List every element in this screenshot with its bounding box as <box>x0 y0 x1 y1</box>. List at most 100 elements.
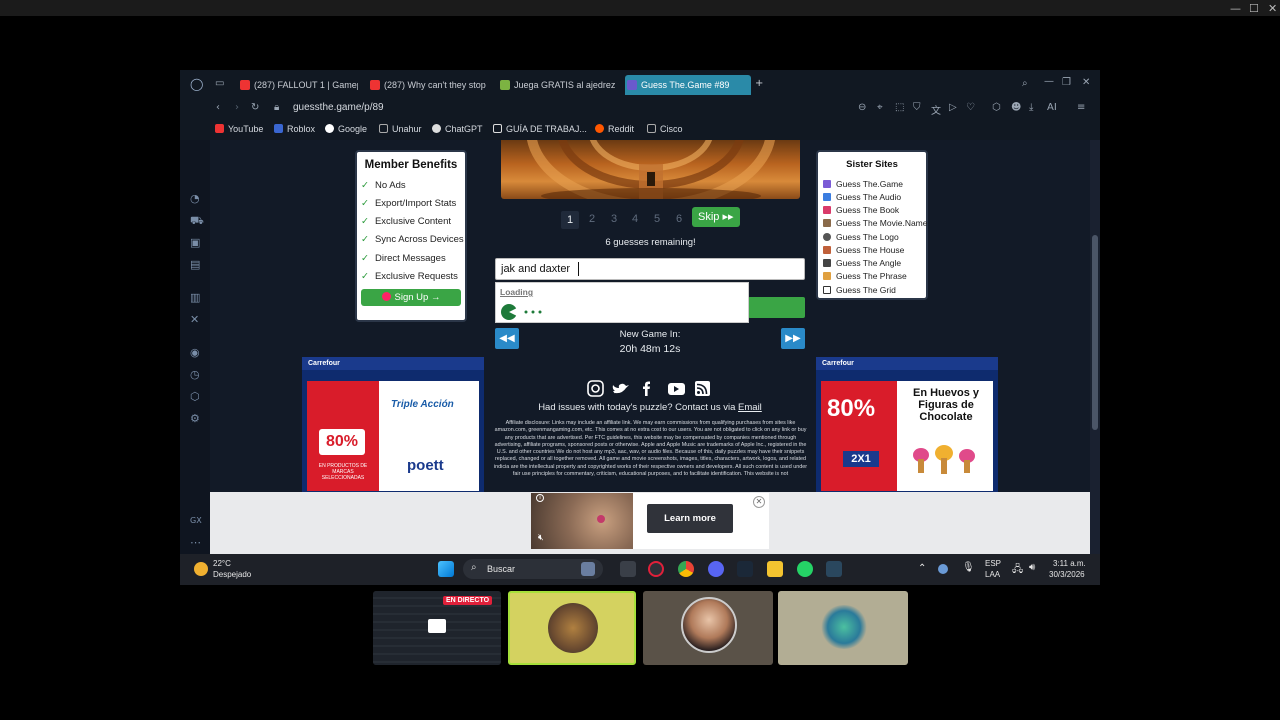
close-icon[interactable]: ✕ <box>1082 77 1090 88</box>
whatsapp-icon[interactable]: ▤ <box>190 258 202 271</box>
settings-icon[interactable]: ⚙ <box>190 412 202 425</box>
ad-right[interactable]: Carrefour 80% 2X1 En Huevos y Figuras de… <box>816 357 998 495</box>
sister-link-angle[interactable]: Guess The Angle <box>823 258 901 268</box>
chrome-taskbar-icon[interactable] <box>678 561 694 577</box>
tray-expand-icon[interactable]: ⌃ <box>918 563 926 574</box>
restore-icon[interactable]: ❐ <box>1062 77 1071 88</box>
download-icon[interactable]: ⤓ <box>1029 102 1033 113</box>
weather-desc[interactable]: Despejado <box>213 570 251 579</box>
close-icon[interactable]: ✕ <box>1268 2 1277 15</box>
volume-icon[interactable]: 🔊︎ <box>1029 562 1035 573</box>
opera-gx-taskbar-icon[interactable] <box>648 561 664 577</box>
tab-guess-the-game[interactable]: Guess The.Game #89 <box>625 75 751 95</box>
file-explorer-taskbar-icon[interactable] <box>767 561 783 577</box>
reload-icon[interactable]: ↻ <box>251 102 259 113</box>
microphone-icon[interactable]: 🎙︎ <box>962 562 975 573</box>
taskbar-search[interactable]: ⌕ Buscar <box>463 559 603 579</box>
video-ad[interactable]: 🔇︎ i Learn more ✕ <box>531 493 769 549</box>
shop-icon[interactable]: ⛟ <box>190 214 204 227</box>
play-icon[interactable]: ▷ <box>949 102 957 113</box>
guess-number-6[interactable]: 6 <box>670 210 688 228</box>
weather-temp[interactable]: 22°C <box>213 559 231 568</box>
learn-more-button[interactable]: Learn more <box>647 504 733 533</box>
ai-icon[interactable]: AI <box>1047 102 1057 113</box>
windows-start-icon[interactable] <box>438 561 454 577</box>
scrollbar-thumb[interactable] <box>1092 235 1098 430</box>
opera-logo-icon[interactable]: ◯ <box>190 77 203 91</box>
bookmark-youtube[interactable]: YouTube <box>215 124 263 134</box>
guess-number-2[interactable]: 2 <box>583 210 601 228</box>
bookmark-chatgpt[interactable]: ChatGPT <box>432 124 483 134</box>
speed-dial-icon[interactable]: ◔ <box>190 192 202 205</box>
menu-icon[interactable]: ≡ <box>1077 102 1085 113</box>
gx-icon[interactable]: GX <box>190 516 202 528</box>
bookmark-google[interactable]: Google <box>325 124 367 134</box>
mute-icon[interactable]: 🔇︎ <box>538 533 544 543</box>
translate-icon[interactable]: 文 <box>931 102 941 117</box>
bookmark-reddit[interactable]: Reddit <box>595 124 634 134</box>
task-view-icon[interactable] <box>620 561 636 577</box>
guess-number-5[interactable]: 5 <box>648 210 666 228</box>
tab-ajedrez[interactable]: Juega GRATIS al ajedrez c <box>498 75 616 95</box>
network-icon[interactable]: 🖧︎ <box>1012 562 1023 579</box>
page-scrollbar[interactable] <box>1090 140 1100 585</box>
sister-link-book[interactable]: Guess The Book <box>823 205 899 215</box>
clock-time[interactable]: 3:11 a.m. <box>1053 559 1086 568</box>
back-icon[interactable]: ‹ <box>216 102 220 113</box>
extensions-icon[interactable]: ⬡ <box>992 102 1001 113</box>
sister-link-phrase[interactable]: Guess The Phrase <box>823 271 907 281</box>
shield-icon[interactable]: ⛉ <box>913 102 921 113</box>
profile-icon[interactable]: ☻ <box>1011 102 1021 113</box>
minimize-icon[interactable]: — <box>1044 76 1054 87</box>
onedrive-icon[interactable] <box>938 564 948 574</box>
guess-number-1[interactable]: 1 <box>561 211 579 229</box>
tab-fallout[interactable]: (287) FALLOUT 1 | Gamepl <box>238 75 358 95</box>
submit-button[interactable] <box>748 297 805 318</box>
participant-avatar-person[interactable] <box>643 591 773 665</box>
new-tab-icon[interactable]: + <box>755 78 763 89</box>
participant-screen-share[interactable]: EN DIRECTO <box>373 591 501 665</box>
discord-taskbar-icon[interactable] <box>708 561 724 577</box>
url-field[interactable]: guessthe.game/p/89 <box>293 102 384 113</box>
participant-avatar-graffiti[interactable] <box>778 591 908 665</box>
whatsapp-taskbar-icon[interactable] <box>797 561 813 577</box>
sister-link-audio[interactable]: Guess The Audio <box>823 192 901 202</box>
participant-avatar-knight[interactable] <box>508 591 636 665</box>
sister-link-house[interactable]: Guess The House <box>823 245 904 255</box>
ad-left[interactable]: Carrefour 80% EN PRODUCTOS DE MARCAS SEL… <box>302 357 484 495</box>
minimize-icon[interactable]: — <box>1230 2 1241 15</box>
player-icon[interactable]: ◉ <box>190 346 202 359</box>
next-game-button[interactable]: ▶▶ <box>781 328 805 349</box>
x-icon[interactable]: ✕ <box>190 313 202 326</box>
bookmark-unahur[interactable]: Unahur <box>379 124 422 134</box>
search-tabs-icon[interactable]: ⌕ <box>1022 78 1028 89</box>
close-ad-icon[interactable]: ✕ <box>753 496 765 508</box>
guess-input[interactable]: jak and daxter <box>495 258 805 280</box>
tab-menu-icon[interactable]: ▭ <box>215 78 224 89</box>
email-link[interactable]: Email <box>738 402 762 413</box>
maximize-icon[interactable]: ☐ <box>1249 2 1259 15</box>
sister-link-movie[interactable]: Guess The Movie.Name <box>823 218 928 228</box>
bookmark-icon[interactable]: ⌖ <box>877 102 883 113</box>
history-icon[interactable]: ◷ <box>190 368 202 381</box>
twitch-icon[interactable]: ▥ <box>190 291 202 304</box>
bookmark-cisco[interactable]: Cisco <box>647 124 683 134</box>
tab-why-cant[interactable]: (287) Why can't they stop <box>368 75 486 95</box>
sister-link-logo[interactable]: Guess The Logo <box>823 232 899 242</box>
steam-alt-taskbar-icon[interactable] <box>826 561 842 577</box>
snapshot-icon[interactable]: ⬚ <box>895 102 904 113</box>
messenger-icon[interactable]: ▣ <box>190 236 202 249</box>
forward-icon[interactable]: › <box>235 102 239 113</box>
clock-date[interactable]: 30/3/2026 <box>1049 570 1085 579</box>
previous-game-button[interactable]: ◀◀ <box>495 328 519 349</box>
guess-number-4[interactable]: 4 <box>626 210 644 228</box>
bookmark-guia[interactable]: GUÍA DE TRABAJ... <box>493 124 587 134</box>
guess-number-3[interactable]: 3 <box>605 210 623 228</box>
steam-taskbar-icon[interactable] <box>737 561 753 577</box>
more-icon[interactable]: ⋯ <box>190 536 202 549</box>
info-icon[interactable]: i <box>536 494 544 502</box>
zoom-icon[interactable]: ⊖ <box>858 102 866 113</box>
language-variant[interactable]: LAA <box>985 570 1000 579</box>
extensions-icon[interactable]: ⬡ <box>190 390 202 403</box>
skip-button[interactable]: Skip ▸▸ <box>692 207 740 227</box>
